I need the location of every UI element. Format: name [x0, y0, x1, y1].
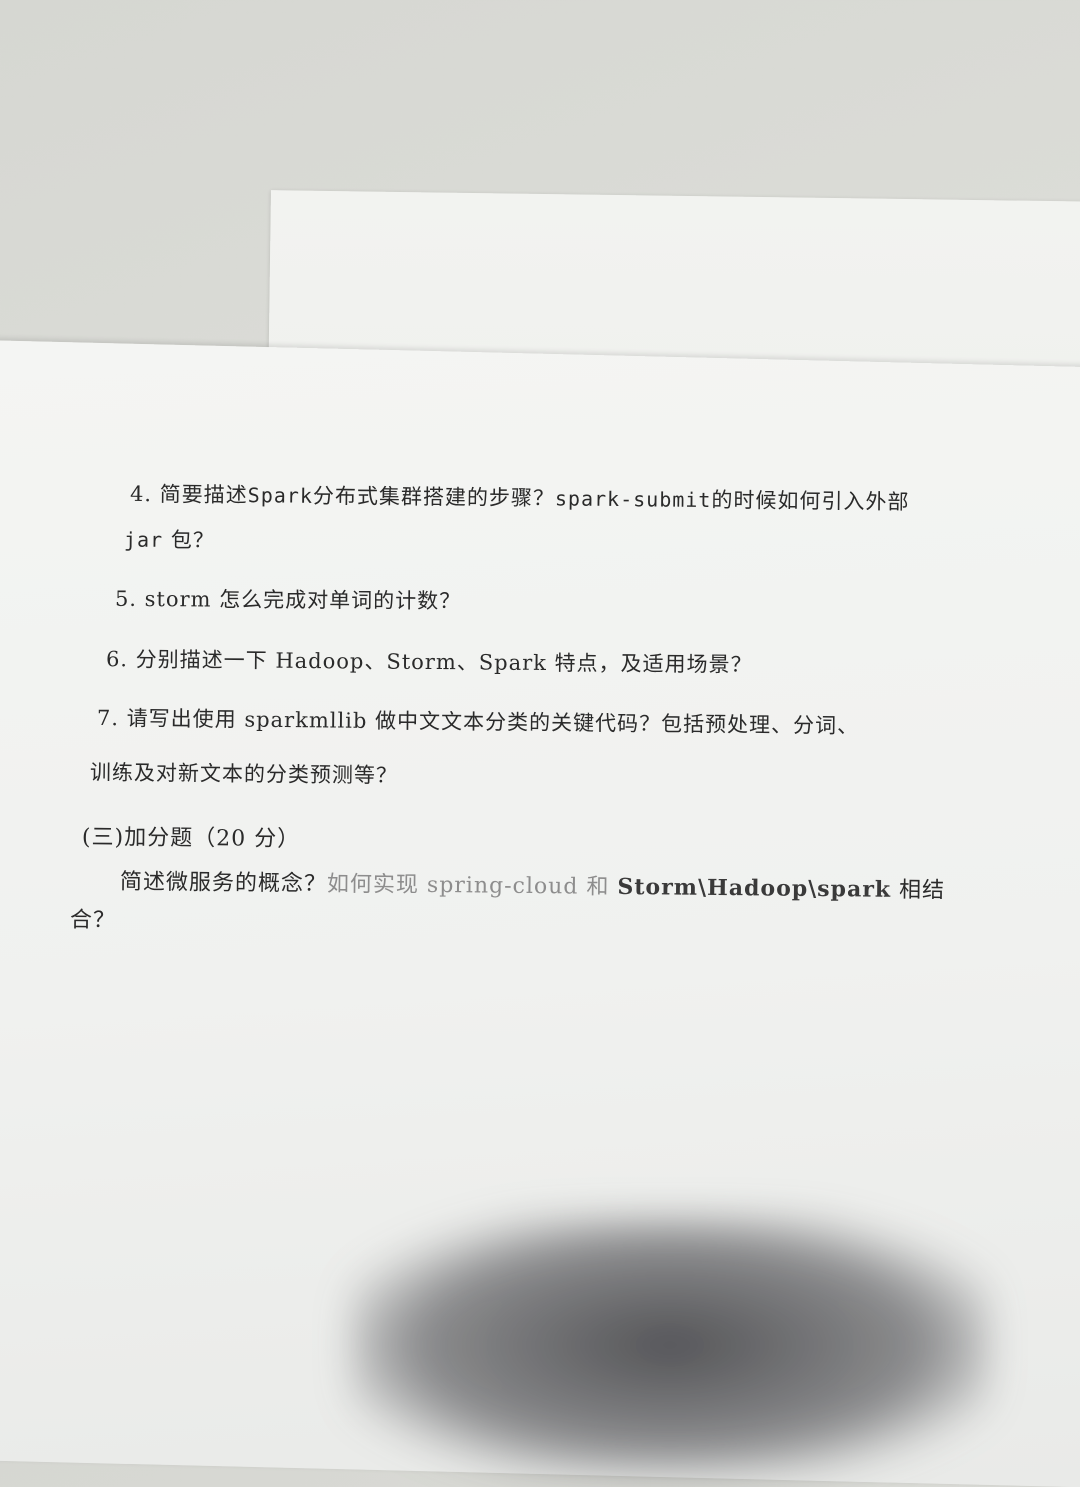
question-4-text-bao: 包？: [170, 528, 215, 553]
question-4-jar: jar: [123, 527, 164, 552]
question-4-line-2: jar 包？: [124, 524, 215, 555]
bonus-section-heading: (三)加分题（20 分）: [81, 825, 301, 852]
question-4-text-e: 的时候如何引入外部: [711, 488, 910, 515]
bonus-text-d: 相结: [898, 877, 946, 904]
question-6: 6. 分别描述一下 Hadoop、Storm、Spark 特点，及适用场景？: [105, 647, 753, 677]
phone-shadow: [350, 1215, 990, 1475]
question-7-line-2: 训练及对新文本的分类预测等？: [89, 760, 399, 788]
question-4-text-a: 简要描述: [159, 482, 248, 508]
question-4-spark-submit: spark-submit: [554, 486, 712, 513]
question-5: 5. storm 怎么完成对单词的计数？: [114, 586, 462, 614]
bonus-question-line-2: 合？: [69, 907, 117, 934]
question-4-number: 4.: [129, 481, 153, 507]
bonus-text-c: Storm\Hadoop\spark: [617, 873, 892, 903]
question-4-text-c: 分布式集群搭建的步骤？: [312, 483, 556, 511]
bonus-text-b: 如何实现 spring-cloud 和: [326, 871, 610, 900]
bonus-text-a: 简述微服务的概念？: [119, 869, 328, 897]
question-4-spark: Spark: [247, 483, 314, 508]
